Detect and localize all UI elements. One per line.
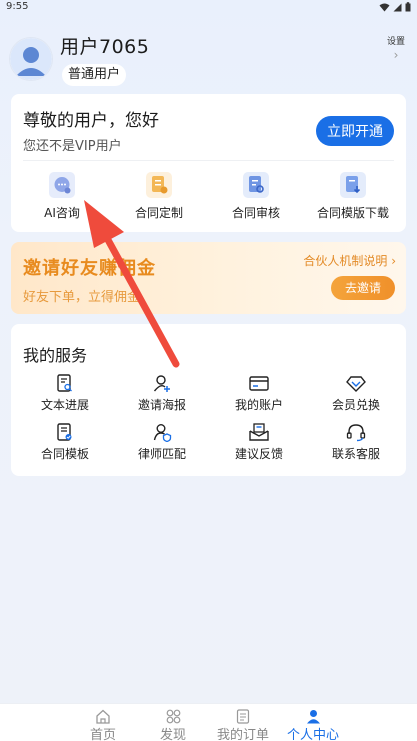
service-label: 邀请海报 — [137, 398, 186, 412]
nav-label: 我的订单 — [216, 728, 269, 741]
wifi-icon — [379, 3, 390, 11]
service-customer-support[interactable]: 联系客服 — [307, 422, 405, 462]
nav-label: 发现 — [159, 728, 186, 741]
lawyer-match-icon — [151, 422, 173, 442]
status-bar: 9:55 — [0, 0, 417, 18]
bottom-nav: 首页 发现 我的订单 个人中心 — [0, 703, 417, 741]
partner-mechanism-label: 合伙人机制说明 — [303, 254, 388, 268]
feature-contract-custom[interactable]: 合同定制 — [110, 172, 208, 221]
diamond-icon — [345, 373, 367, 393]
nav-item-home[interactable]: 首页 — [68, 708, 138, 741]
profile-name: 用户7065 — [60, 36, 150, 58]
nav-item-my-orders[interactable]: 我的订单 — [208, 708, 278, 741]
services-title: 我的服务 — [23, 346, 88, 365]
service-lawyer-match[interactable]: 律师匹配 — [113, 422, 211, 462]
service-feedback[interactable]: 建议反馈 — [210, 422, 308, 462]
service-label: 联系客服 — [331, 447, 380, 461]
vip-card: 尊敬的用户，您好 您还不是VIP用户 立即开通 AI咨询 合同定制 合同审核 合… — [11, 94, 406, 232]
invite-banner[interactable]: 邀请好友赚佣金 好友下单，立得佣金 合伙人机制说明 › 去邀请 — [11, 242, 406, 314]
feature-ai-consult[interactable]: AI咨询 — [13, 172, 111, 221]
feature-label: 合同审核 — [231, 206, 280, 220]
status-time: 9:55 — [6, 1, 29, 12]
nav-item-profile[interactable]: 个人中心 — [278, 708, 348, 741]
feature-label: 合同模版下载 — [316, 206, 389, 220]
document-search-icon — [54, 373, 76, 393]
nav-label: 首页 — [89, 728, 116, 741]
avatar[interactable] — [10, 38, 52, 80]
chevron-right-icon: › — [387, 254, 396, 268]
settings-button[interactable]: 设置 › — [387, 34, 405, 62]
service-label: 文本进展 — [40, 398, 89, 412]
signal-icon — [393, 3, 402, 11]
nav-item-discover[interactable]: 发现 — [138, 708, 208, 741]
headset-icon — [345, 422, 367, 442]
contract-template-icon — [54, 422, 76, 442]
invite-subtitle: 好友下单，立得佣金 — [23, 290, 141, 305]
contract-custom-icon — [146, 172, 172, 198]
chat-bubble-icon — [49, 172, 75, 198]
add-user-icon — [151, 373, 173, 393]
open-vip-button[interactable]: 立即开通 — [316, 116, 394, 146]
invite-title: 邀请好友赚佣金 — [23, 258, 156, 279]
partner-mechanism-link[interactable]: 合伙人机制说明 › — [303, 252, 396, 269]
contract-review-icon — [243, 172, 269, 198]
service-label: 律师匹配 — [137, 447, 186, 461]
avatar-placeholder-icon — [10, 38, 52, 80]
service-contract-template[interactable]: 合同模板 — [16, 422, 114, 462]
battery-icon — [405, 2, 411, 12]
feature-label: 合同定制 — [134, 206, 183, 220]
service-text-progress[interactable]: 文本进展 — [16, 373, 114, 413]
service-label: 合同模板 — [40, 447, 89, 461]
service-label: 我的账户 — [234, 398, 283, 412]
divider — [23, 160, 394, 161]
grid-icon — [138, 708, 208, 724]
order-list-icon — [208, 708, 278, 724]
services-card: 我的服务 文本进展 邀请海报 我的账户 会员兑换 合同模板 律师匹配 建议反馈 … — [11, 324, 406, 476]
settings-label: 设置 — [386, 37, 405, 47]
feature-contract-review[interactable]: 合同审核 — [207, 172, 305, 221]
membership-level-badge: 普通用户 — [62, 64, 127, 86]
service-my-account[interactable]: 我的账户 — [210, 373, 308, 413]
service-label: 会员兑换 — [331, 398, 380, 412]
vip-status-text: 您还不是VIP用户 — [23, 139, 122, 154]
feature-label: AI咨询 — [44, 206, 80, 220]
home-icon — [68, 708, 138, 724]
person-icon — [278, 708, 348, 724]
nav-label: 个人中心 — [286, 728, 339, 741]
feedback-envelope-icon — [248, 422, 270, 442]
service-invite-poster[interactable]: 邀请海报 — [113, 373, 211, 413]
template-download-icon — [340, 172, 366, 198]
status-icons — [379, 2, 411, 12]
vip-greeting: 尊敬的用户，您好 — [23, 111, 159, 131]
service-label: 建议反馈 — [234, 447, 283, 461]
wallet-card-icon — [248, 373, 270, 393]
chevron-right-icon: › — [393, 48, 399, 62]
feature-template-download[interactable]: 合同模版下载 — [304, 172, 402, 221]
service-member-exchange[interactable]: 会员兑换 — [307, 373, 405, 413]
go-invite-button[interactable]: 去邀请 — [331, 276, 395, 300]
